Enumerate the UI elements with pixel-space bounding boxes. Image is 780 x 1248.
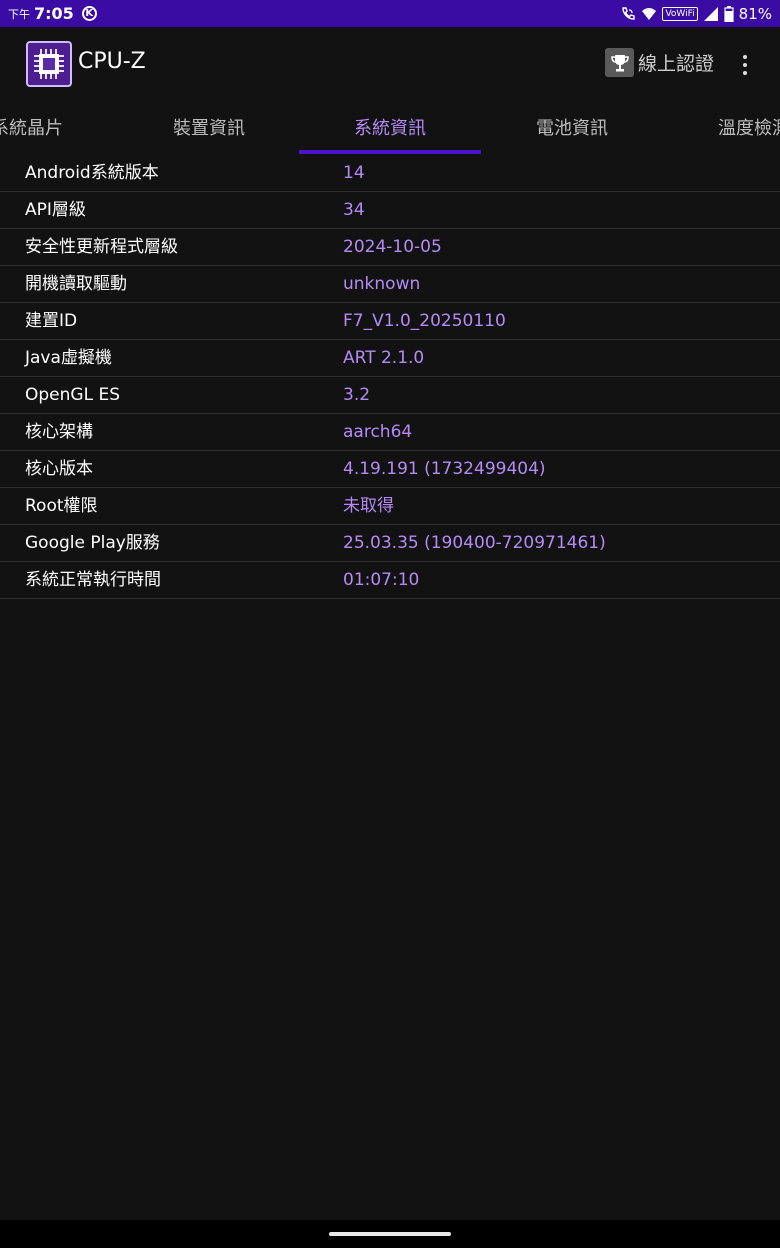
row-value: 未取得 [343,496,394,516]
list-item: 建置ID F7_V1.0_20250110 [0,303,780,340]
row-value: unknown [343,274,421,294]
row-value: 14 [343,163,365,183]
system-info-list: Android系統版本 14 API層級 34 安全性更新程式層級 2024-1… [0,155,780,599]
row-label: 核心架構 [25,422,93,442]
tab-thermal[interactable]: 溫度檢測 [663,101,780,155]
row-label: Google Play服務 [25,533,160,553]
list-item: Root權限 未取得 [0,488,780,525]
row-label: Root權限 [25,496,98,516]
status-bar-right: VoWiFi 81% [620,5,772,23]
navigation-bar [0,1220,780,1248]
row-label: 開機讀取驅動 [25,274,127,294]
list-item: Google Play服務 25.03.35 (190400-720971461… [0,525,780,562]
tab-device[interactable]: 裝置資訊 [118,101,300,155]
list-item: OpenGL ES 3.2 [0,377,780,414]
app-title: CPU-Z [78,49,146,74]
tab-battery[interactable]: 電池資訊 [481,101,663,155]
list-item: Android系統版本 14 [0,155,780,192]
list-item: Java虛擬機 ART 2.1.0 [0,340,780,377]
list-item: 開機讀取驅動 unknown [0,266,780,303]
row-value: 01:07:10 [343,570,420,590]
more-vert-icon[interactable] [735,51,755,79]
row-label: API層級 [25,200,86,220]
row-value: 4.19.191 (1732499404) [343,459,546,479]
row-label: OpenGL ES [25,385,120,405]
status-time: 7:05 [34,4,74,23]
status-bar: 下午 7:05 K VoWiFi 81% [0,0,780,27]
battery-icon [724,5,734,22]
online-certify-label: 線上認證 [638,53,715,75]
status-bar-left: 下午 7:05 K [8,4,97,23]
battery-percent: 81% [738,4,772,23]
row-label: 核心版本 [25,459,93,479]
tab-soc[interactable]: 系統晶片 [0,101,118,155]
tab-system[interactable]: 系統資訊 [299,101,481,155]
row-value: 34 [343,200,365,220]
tab-bar: 系統晶片 裝置資訊 系統資訊 電池資訊 溫度檢測 [0,101,780,155]
online-certify-button[interactable]: 線上認證 [605,48,714,77]
app-bar: CPU-Z 線上認證 [0,27,780,101]
row-value: 2024-10-05 [343,237,442,257]
row-label: 系統正常執行時間 [25,570,161,590]
wifi-call-icon [622,6,636,20]
list-item: 安全性更新程式層級 2024-10-05 [0,229,780,266]
signal-icon [703,6,718,21]
status-ampm: 下午 [8,7,30,21]
row-value: F7_V1.0_20250110 [343,311,506,331]
list-item: API層級 34 [0,192,780,229]
row-value: 25.03.35 (190400-720971461) [343,533,606,553]
list-item: 系統正常執行時間 01:07:10 [0,562,780,599]
cpu-chip-icon [26,41,72,87]
list-item: 核心架構 aarch64 [0,414,780,451]
row-value: 3.2 [343,385,371,405]
row-value: aarch64 [343,422,413,442]
wifi-icon [642,7,657,20]
vowifi-badge: VoWiFi [662,6,698,21]
row-label: Android系統版本 [25,163,159,183]
trophy-icon [605,48,634,77]
tab-indicator [299,150,481,154]
row-label: 安全性更新程式層級 [25,237,178,257]
k-circle-icon: K [81,6,97,21]
row-label: Java虛擬機 [25,348,112,368]
list-item: 核心版本 4.19.191 (1732499404) [0,451,780,488]
row-label: 建置ID [25,311,78,331]
row-value: ART 2.1.0 [343,348,425,368]
home-gesture-handle[interactable] [329,1232,451,1236]
